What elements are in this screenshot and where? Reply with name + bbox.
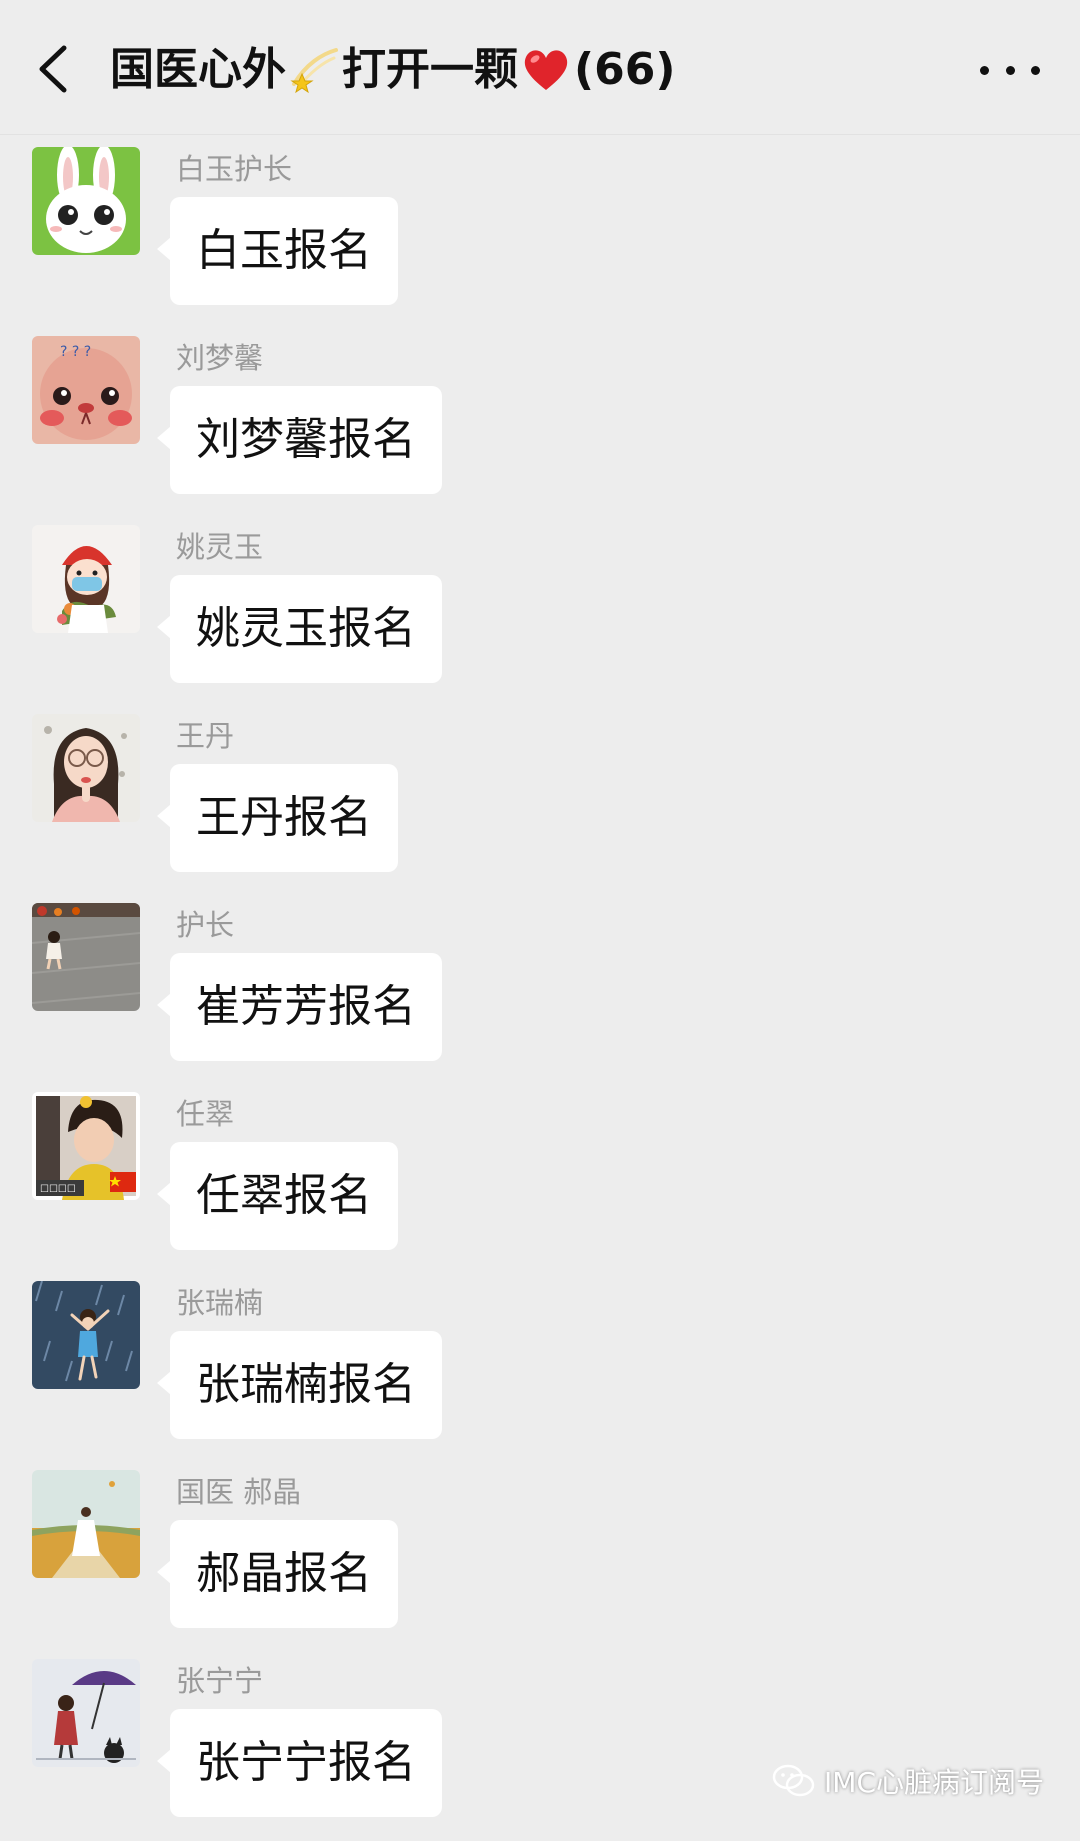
girl-field-illustration-avatar-icon bbox=[32, 1470, 140, 1578]
sender-name: 张瑞楠 bbox=[176, 1286, 264, 1320]
sender-name: 护长 bbox=[176, 908, 235, 942]
avatar[interactable] bbox=[32, 1470, 140, 1578]
child-photo-flag-avatar-icon: ☐☐☐☐ bbox=[32, 1092, 140, 1200]
title-text-part2: 打开一颗 bbox=[342, 44, 518, 95]
dancing-girl-rain-avatar-icon bbox=[32, 1281, 140, 1389]
back-arrow-icon[interactable] bbox=[30, 44, 76, 94]
watermark-text: IMC心脏病订阅号 bbox=[824, 1766, 1044, 1799]
umbrella-girl-cat-avatar-icon bbox=[32, 1659, 140, 1767]
sender-name: 刘梦馨 bbox=[176, 341, 264, 375]
sender-name: 白玉护长 bbox=[176, 152, 293, 186]
shooting-star-emoji-icon bbox=[290, 48, 338, 94]
sender-name: 姚灵玉 bbox=[176, 530, 264, 564]
more-dot-icon bbox=[980, 65, 989, 75]
message-row: 姚灵玉 姚灵玉报名 bbox=[0, 513, 1080, 702]
avatar[interactable] bbox=[32, 903, 140, 1011]
sender-name: 王丹 bbox=[176, 719, 235, 753]
avatar[interactable] bbox=[32, 525, 140, 633]
more-dot-icon bbox=[1031, 65, 1040, 75]
message-row: ? ? ? 刘梦馨 刘梦馨报名 bbox=[0, 324, 1080, 513]
message-bubble[interactable]: 姚灵玉报名 bbox=[157, 575, 442, 683]
message-row: 张宁宁 张宁宁报名 bbox=[0, 1647, 1080, 1836]
svg-text:☐☐☐☐: ☐☐☐☐ bbox=[40, 1184, 76, 1195]
member-count: (66) bbox=[574, 44, 676, 95]
message-bubble[interactable]: 任翠报名 bbox=[157, 1142, 398, 1250]
chat-header: 国医心外 打开一颗 (66) bbox=[0, 0, 1080, 135]
message-row: ☐☐☐☐ 任翠 任翠报名 bbox=[0, 1080, 1080, 1269]
message-bubble[interactable]: 王丹报名 bbox=[157, 764, 398, 872]
message-bubble[interactable]: 张宁宁报名 bbox=[157, 1709, 442, 1817]
message-row: 白玉护长 白玉报名 bbox=[0, 135, 1080, 324]
avatar[interactable]: ☐☐☐☐ bbox=[32, 1092, 140, 1200]
wechat-icon bbox=[772, 1764, 815, 1797]
child-walking-photo-avatar-icon bbox=[32, 903, 140, 1011]
watermark: IMC心脏病订阅号 bbox=[772, 1761, 1044, 1801]
message-bubble[interactable]: 白玉报名 bbox=[157, 197, 398, 305]
sender-name: 张宁宁 bbox=[176, 1664, 264, 1698]
avatar[interactable] bbox=[32, 147, 140, 255]
cartoon-girl-red-hat-avatar-icon bbox=[32, 525, 140, 633]
girl-glasses-photo-avatar-icon bbox=[32, 714, 140, 822]
avatar[interactable] bbox=[32, 1659, 140, 1767]
avatar[interactable] bbox=[32, 1281, 140, 1389]
sender-name: 国医 郝晶 bbox=[176, 1475, 302, 1509]
message-bubble[interactable]: 张瑞楠报名 bbox=[157, 1331, 442, 1439]
message-bubble[interactable]: 崔芳芳报名 bbox=[157, 953, 442, 1061]
pink-bear-avatar-icon: ? ? ? bbox=[32, 336, 140, 444]
sender-name: 任翠 bbox=[176, 1097, 235, 1131]
message-bubble[interactable]: 郝晶报名 bbox=[157, 1520, 398, 1628]
white-rabbit-avatar-icon bbox=[32, 147, 140, 255]
more-dot-icon bbox=[1005, 65, 1015, 75]
message-bubble[interactable]: 刘梦馨报名 bbox=[157, 386, 442, 494]
message-row: 张瑞楠 张瑞楠报名 bbox=[0, 1269, 1080, 1458]
red-heart-emoji-icon bbox=[524, 50, 568, 90]
more-options-button[interactable] bbox=[980, 50, 1040, 90]
svg-text:? ? ?: ? ? ? bbox=[60, 344, 91, 360]
title-text-part1: 国医心外 bbox=[110, 44, 286, 95]
message-row: 王丹 王丹报名 bbox=[0, 702, 1080, 891]
message-row: 国医 郝晶 郝晶报名 bbox=[0, 1458, 1080, 1647]
message-row: 护长 崔芳芳报名 bbox=[0, 891, 1080, 1080]
avatar[interactable]: ? ? ? bbox=[32, 336, 140, 444]
chat-title: 国医心外 打开一颗 (66) bbox=[110, 40, 675, 100]
avatar[interactable] bbox=[32, 714, 140, 822]
